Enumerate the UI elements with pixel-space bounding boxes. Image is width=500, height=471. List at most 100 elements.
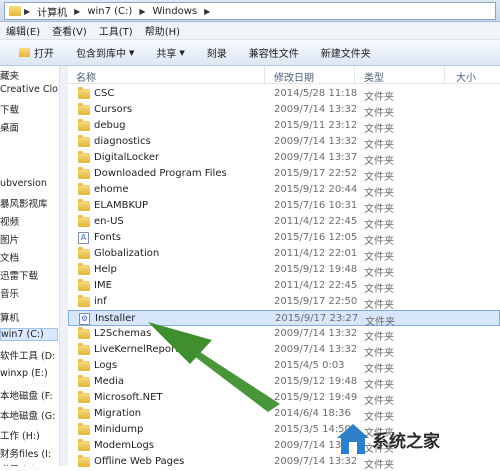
- nav-item[interactable]: 文档: [0, 250, 19, 264]
- nav-item[interactable]: 迅雷下载: [0, 268, 38, 282]
- burn-button[interactable]: 刻录: [196, 40, 238, 65]
- folder-icon: [78, 183, 90, 195]
- column-divider[interactable]: [444, 66, 445, 84]
- table-row[interactable]: Media 2015/9/12 19:48 文件夹: [68, 374, 500, 391]
- nav-item[interactable]: 本地磁盘 (F:: [0, 388, 53, 402]
- menu-edit[interactable]: 编辑(E): [0, 23, 46, 38]
- row-date: 2011/4/12 22:45: [274, 216, 358, 227]
- chevron-down-icon: ▼: [129, 48, 135, 57]
- share-button[interactable]: 共享 ▼: [145, 40, 195, 65]
- row-date: 2011/4/12 22:45: [274, 280, 358, 291]
- nav-item[interactable]: 算机: [0, 310, 19, 324]
- table-row[interactable]: CSC 2014/5/28 11:18 文件夹: [68, 86, 500, 103]
- table-row[interactable]: debug 2015/9/11 23:12 文件夹: [68, 118, 500, 135]
- nav-item[interactable]: 软件工具 (D:: [0, 348, 55, 362]
- table-row[interactable]: ehome 2015/9/12 20:44 文件夹: [68, 182, 500, 199]
- row-name: Downloaded Program Files: [94, 168, 227, 179]
- nav-scrollbar[interactable]: [60, 66, 68, 466]
- include-library-button[interactable]: 包含到库中 ▼: [65, 40, 145, 65]
- chevron-right-icon[interactable]: ▶: [71, 7, 83, 16]
- chevron-right-icon[interactable]: ▶: [201, 7, 213, 16]
- breadcrumb-drive[interactable]: win7 (C:): [83, 3, 136, 19]
- col-type[interactable]: 类型: [364, 69, 384, 84]
- folder-icon: [78, 439, 90, 451]
- table-row[interactable]: Logs 2015/4/5 0:03 文件夹: [68, 358, 500, 375]
- column-divider[interactable]: [264, 66, 265, 84]
- row-date: 2015/9/17 23:27: [275, 313, 359, 324]
- menu-view[interactable]: 查看(V): [46, 23, 93, 38]
- compat-files-button[interactable]: 兼容性文件: [238, 40, 310, 65]
- table-row[interactable]: ELAMBKUP 2015/7/16 10:31 文件夹: [68, 198, 500, 215]
- folder-icon: [78, 247, 90, 259]
- table-row[interactable]: LiveKernelReports 2009/7/14 13:32 文件夹: [68, 342, 500, 359]
- nav-item[interactable]: 桌面: [0, 120, 19, 134]
- nav-item[interactable]: 音乐: [0, 286, 19, 300]
- table-row[interactable]: Downloaded Program Files 2015/9/17 22:52 文…: [68, 166, 500, 183]
- col-name[interactable]: 名称: [76, 69, 96, 84]
- table-row[interactable]: Cursors 2009/7/14 13:32 文件夹: [68, 102, 500, 119]
- col-date[interactable]: 修改日期: [274, 69, 314, 84]
- open-icon: [19, 48, 30, 57]
- menu-help[interactable]: 帮助(H): [139, 23, 186, 38]
- row-date: 2015/9/17 22:52: [274, 168, 358, 179]
- breadcrumb-windows[interactable]: Windows: [148, 3, 201, 19]
- table-row[interactable]: L2Schemas 2009/7/14 13:32 文件夹: [68, 326, 500, 343]
- table-row[interactable]: DigitalLocker 2009/7/14 13:37 文件夹: [68, 150, 500, 167]
- table-row[interactable]: inf 2015/9/17 22:50 文件夹: [68, 294, 500, 311]
- table-row[interactable]: en-US 2011/4/12 22:45 文件夹: [68, 214, 500, 231]
- nav-item[interactable]: 视频: [0, 214, 19, 228]
- address-box[interactable]: ▶ 计算机 ▶ win7 (C:) ▶ Windows ▶: [4, 2, 496, 20]
- row-type: 文件夹: [364, 332, 394, 343]
- burn-label: 刻录: [206, 49, 227, 60]
- row-name: diagnostics: [94, 136, 151, 147]
- nav-item[interactable]: ubversion: [0, 178, 47, 189]
- nav-item[interactable]: 本地磁盘 (G:: [0, 408, 55, 422]
- breadcrumb-computer[interactable]: 计算机: [33, 3, 71, 19]
- nav-item[interactable]: 书员 (J:): [0, 462, 35, 466]
- table-row[interactable]: IME 2011/4/12 22:45 文件夹: [68, 278, 500, 295]
- nav-item[interactable]: 暴风影视库: [0, 196, 48, 210]
- folder-icon: [78, 135, 90, 147]
- watermark-text: 系统之家: [372, 431, 440, 452]
- chevron-right-icon[interactable]: ▶: [136, 7, 148, 16]
- compat-files-label: 兼容性文件: [248, 49, 299, 60]
- table-row[interactable]: ⚙ Installer 2015/9/17 23:27 文件夹: [68, 310, 500, 328]
- row-name: en-US: [94, 216, 124, 227]
- column-divider[interactable]: [354, 66, 355, 84]
- open-button[interactable]: 打开: [8, 40, 65, 65]
- nav-item[interactable]: 藏夹: [0, 68, 19, 82]
- folder-icon: [78, 423, 90, 435]
- folder-icon: [9, 6, 21, 16]
- row-name: Cursors: [94, 104, 133, 115]
- row-type: 文件夹: [364, 284, 394, 295]
- watermark: 系统之家: [336, 414, 496, 464]
- nav-item[interactable]: 图片: [0, 232, 19, 246]
- row-name: Media: [94, 376, 125, 387]
- folder-icon: [78, 263, 90, 275]
- nav-item[interactable]: Creative Clo: [0, 84, 58, 95]
- chevron-right-icon[interactable]: ▶: [21, 7, 33, 16]
- col-size[interactable]: 大小: [456, 69, 476, 84]
- nav-item[interactable]: winxp (E:): [0, 368, 48, 379]
- folder-icon: [78, 295, 90, 307]
- table-row[interactable]: Globalization 2011/4/12 22:01 文件夹: [68, 246, 500, 263]
- row-type: 文件夹: [364, 92, 394, 103]
- row-name: CSC: [94, 88, 115, 99]
- row-name: ehome: [94, 184, 129, 195]
- table-row[interactable]: Help 2015/9/12 19:48 文件夹: [68, 262, 500, 279]
- nav-item[interactable]: 工作 (H:): [0, 428, 40, 442]
- menu-tools[interactable]: 工具(T): [93, 23, 139, 38]
- table-row[interactable]: diagnostics 2009/7/14 13:32 文件夹: [68, 134, 500, 151]
- nav-item[interactable]: win7 (C:): [0, 328, 58, 341]
- row-date: 2011/4/12 22:01: [274, 248, 358, 259]
- nav-item[interactable]: 财务files (I:: [0, 446, 51, 460]
- row-name: Fonts: [94, 232, 121, 243]
- row-type: 文件夹: [364, 364, 394, 375]
- table-row[interactable]: A Fonts 2015/7/16 12:05 文件夹: [68, 230, 500, 247]
- table-row[interactable]: Microsoft.NET 2015/9/12 19:49 文件夹: [68, 390, 500, 407]
- nav-item[interactable]: 下载: [0, 102, 19, 116]
- new-folder-button[interactable]: 新建文件夹: [310, 40, 382, 65]
- folder-icon: [78, 391, 90, 403]
- folder-icon: [78, 119, 90, 131]
- row-date: 2015/9/11 23:12: [274, 120, 358, 131]
